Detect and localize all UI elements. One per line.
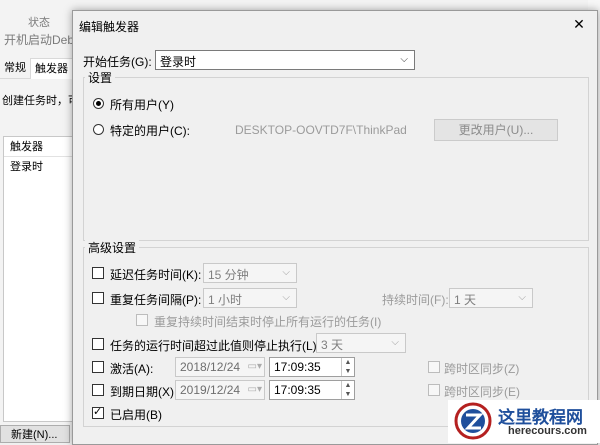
delay-task-value: 15 分钟 (208, 268, 249, 282)
expire-checkbox[interactable] (92, 384, 104, 396)
repeat-task-value: 1 小时 (208, 293, 243, 307)
repeat-task-select[interactable]: 1 小时 ⌵ (203, 288, 297, 308)
delay-task-checkbox[interactable] (92, 267, 104, 279)
specific-user-radio[interactable] (93, 124, 104, 135)
watermark-url: herecours.com (508, 425, 587, 437)
trigger-list-header[interactable]: 触发器 (4, 137, 78, 157)
user-name-value: DESKTOP-OOVTD7F\ThinkPad (235, 123, 407, 137)
expire-label[interactable]: 到期日期(X): (110, 383, 177, 400)
activate-checkbox[interactable] (92, 361, 104, 373)
stop-running-label: 重复持续时间结束时停止所有运行的任务(I) (154, 315, 382, 329)
activate-time-value: 17:09:35 (274, 360, 321, 374)
close-icon[interactable]: ✕ (570, 15, 588, 33)
expire-time-spinner[interactable]: 17:09:35 ▲ ▼ (269, 380, 355, 400)
repeat-task-label[interactable]: 重复任务间隔(P): (110, 291, 201, 308)
delay-task-label[interactable]: 延迟任务时间(K): (110, 266, 201, 283)
watermark: 这里教程网 herecours.com (448, 400, 600, 443)
advanced-legend: 高级设置 (85, 239, 140, 256)
expire-date-picker[interactable]: 2019/12/24 ▭▾ (175, 380, 265, 400)
activate-sync-label: 跨时区同步(Z) (444, 362, 520, 376)
watermark-logo-icon (454, 402, 492, 440)
expire-sync-checkbox[interactable] (428, 384, 440, 396)
stop-if-longer-checkbox[interactable] (92, 338, 104, 350)
activate-time-spinner[interactable]: 17:09:35 ▲ ▼ (269, 357, 355, 377)
expire-time-value: 17:09:35 (274, 383, 321, 397)
chevron-down-icon: ⌵ (400, 54, 408, 65)
enabled-label[interactable]: 已启用(B) (110, 406, 162, 423)
change-user-button[interactable]: 更改用户(U)... (434, 119, 558, 141)
activate-date-picker[interactable]: 2018/12/24 ▭▾ (175, 357, 265, 377)
edit-trigger-dialog: 编辑触发器 ✕ 开始任务(G): 登录时 ⌵ 设置 所有用户(Y) 特定的用户(… (72, 10, 598, 445)
all-users-radio[interactable] (93, 98, 104, 109)
trigger-description: 创建任务时，可 (2, 95, 79, 107)
duration-value: 1 天 (454, 293, 477, 307)
dialog-title: 编辑触发器 (79, 20, 140, 34)
new-trigger-button[interactable]: 新建(N)... (0, 425, 70, 443)
delay-task-select[interactable]: 15 分钟 ⌵ (203, 263, 297, 283)
state-label: 状态 (28, 17, 50, 29)
stop-running-checkbox[interactable] (136, 314, 148, 326)
start-task-value: 登录时 (160, 55, 197, 69)
all-users-label[interactable]: 所有用户(Y) (110, 96, 174, 113)
expire-sync-label: 跨时区同步(E) (444, 385, 520, 399)
trigger-list[interactable]: 触发器 登录时 (3, 136, 79, 422)
stop-if-longer-select[interactable]: 3 天 ⌵ (316, 333, 406, 353)
expire-date-value: 2019/12/24 (180, 383, 241, 397)
duration-label: 持续时间(F): (382, 293, 449, 307)
tab-triggers[interactable]: 触发器 (30, 58, 73, 79)
spinner-arrows-icon[interactable]: ▲ ▼ (341, 358, 354, 376)
activate-date-value: 2018/12/24 (180, 360, 241, 374)
calendar-icon: ▭▾ (247, 361, 262, 372)
tab-general[interactable]: 常规 (0, 58, 30, 78)
repeat-task-checkbox[interactable] (92, 292, 104, 304)
trigger-list-row[interactable]: 登录时 (4, 158, 78, 176)
stop-if-longer-value: 3 天 (321, 338, 344, 352)
spinner-arrows-icon[interactable]: ▲ ▼ (341, 381, 354, 399)
settings-legend: 设置 (85, 69, 116, 86)
chevron-down-icon: ⌵ (282, 267, 290, 278)
chevron-down-icon: ⌵ (518, 292, 526, 303)
specific-user-label[interactable]: 特定的用户(C): (110, 122, 190, 139)
enabled-checkbox[interactable] (92, 405, 104, 419)
start-task-select[interactable]: 登录时 ⌵ (155, 50, 415, 70)
calendar-icon: ▭▾ (247, 384, 262, 395)
duration-select[interactable]: 1 天 ⌵ (449, 288, 533, 308)
activate-label[interactable]: 激活(A): (110, 360, 153, 377)
chevron-down-icon: ⌵ (282, 292, 290, 303)
activate-sync-checkbox[interactable] (428, 361, 440, 373)
start-task-label: 开始任务(G): (83, 55, 152, 69)
chevron-down-icon: ⌵ (391, 337, 399, 348)
stop-if-longer-label[interactable]: 任务的运行时间超过此值则停止执行(L): (110, 337, 320, 354)
